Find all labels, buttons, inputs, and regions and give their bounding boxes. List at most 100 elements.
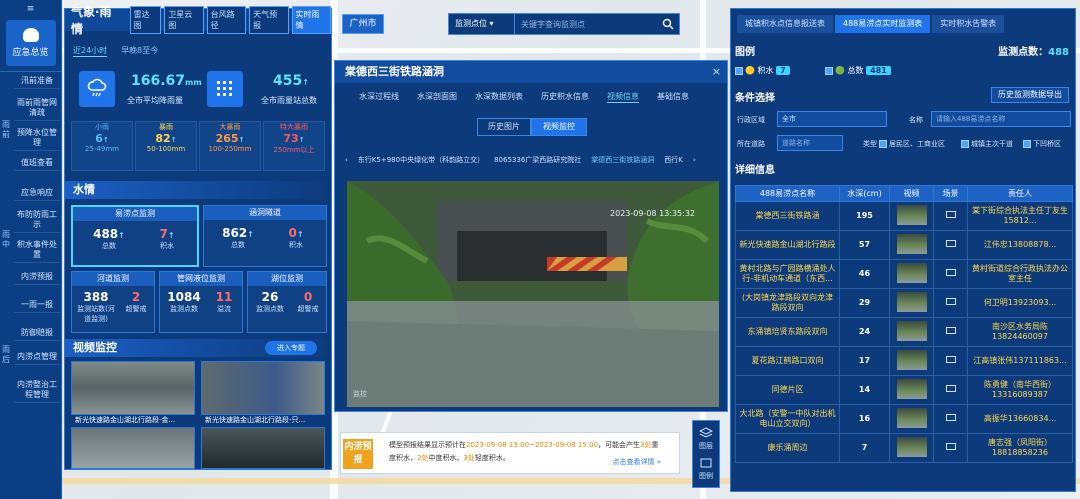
row-video-thumb[interactable] — [889, 230, 934, 260]
monitor-card-lake[interactable]: 湖位监测 26 监测点数 0 超警戒 — [247, 271, 327, 333]
nav-item-response[interactable]: 应急响应 — [14, 186, 60, 201]
strip-camera[interactable]: 东行K5+980中央绿化带（科韵路立交） — [358, 155, 484, 165]
monitor-card-waterlog[interactable]: 易涝点监测 488↑ 总数 7↑ 积水 — [71, 205, 199, 267]
search-input[interactable] — [515, 14, 657, 34]
tab-history[interactable]: 历史积水信息 — [541, 91, 589, 103]
export-history-button[interactable]: 历史监测数据导出 — [991, 87, 1069, 103]
nav-item-forecast[interactable]: 内涝预报 — [14, 270, 60, 285]
rain-level-3[interactable]: 特大暴雨 73↑ 250mm以上 — [263, 121, 325, 171]
nav-item-deploy[interactable]: 布防防雨工示 — [14, 208, 60, 233]
strip-camera[interactable]: 8065336广梁西路研究院社 — [494, 155, 581, 165]
forecast-badge[interactable]: 内涝预报 — [343, 439, 373, 469]
monitor-card-pipe[interactable]: 管网液位监测 1084 监测点数 11 溢流 — [159, 271, 243, 333]
region-select[interactable]: 全市 — [777, 111, 887, 127]
row-video-thumb[interactable] — [889, 201, 934, 231]
nav-item-report[interactable]: 一雨一报 — [14, 298, 60, 313]
legend-icon[interactable]: 图例 — [693, 451, 719, 481]
type-road[interactable]: 城镇主次干道 — [961, 139, 1013, 149]
video-thumb-2[interactable] — [201, 361, 325, 415]
tab-radar[interactable]: 雷达图 — [129, 6, 162, 34]
type-underpass[interactable]: 下凹桥区 — [1023, 139, 1061, 149]
col-depth[interactable]: 水深(cm) — [839, 185, 890, 202]
nav-item-defense[interactable]: 防御赔报 — [14, 326, 60, 341]
row-video-thumb[interactable] — [889, 433, 934, 463]
legend-total[interactable]: 🟢 总数 481 — [825, 65, 891, 76]
name-input[interactable]: 请输入488易涝点名称 — [931, 111, 1071, 127]
table-row[interactable]: 黄村北路与广园路横涌处人行-非机动车通道（东西... 46 黄村街道综合行政执法办公… — [735, 259, 1073, 289]
close-icon[interactable]: × — [712, 65, 721, 78]
row-video-thumb[interactable] — [889, 317, 934, 347]
strip-prev-icon[interactable]: ‹ — [345, 156, 348, 164]
col-name[interactable]: 488易涝点名称 — [735, 185, 840, 202]
strip-next-icon[interactable]: › — [693, 156, 696, 164]
table-row[interactable]: 康乐涌周边 7 唐志强（凤阳街）18818858236 — [735, 433, 1073, 463]
rain-level-0[interactable]: 小雨 6↑ 25-49mm — [71, 121, 133, 171]
video-thumb-3[interactable] — [71, 427, 195, 469]
nav-item-level[interactable]: 预降水位管理 — [14, 126, 60, 151]
video-thumb-4[interactable] — [201, 427, 325, 469]
nav-home-button[interactable]: 应急总览 — [5, 20, 56, 66]
nav-item-duty[interactable]: 值班查看 — [14, 156, 60, 171]
monitor-icon[interactable] — [933, 433, 968, 463]
nav-item-points[interactable]: 内涝点管理 — [14, 350, 60, 365]
nav-item-project[interactable]: 内涝整治工程管理 — [14, 378, 60, 403]
tab-report-table[interactable]: 城镇积水点信息报送表 — [737, 15, 833, 33]
tab-depth-profile[interactable]: 水深剖面图 — [417, 91, 457, 103]
table-row[interactable]: 新光快速路金山湖北行路段 57 江伟忠13808878... — [735, 230, 1073, 260]
monitor-icon[interactable] — [933, 346, 968, 376]
strip-camera[interactable]: 西行K — [664, 155, 683, 165]
tab-satellite[interactable]: 卫星云图 — [164, 6, 204, 34]
row-video-thumb[interactable] — [889, 346, 934, 376]
table-row[interactable]: (大岗镇龙津路段双向龙津路段双向 29 何卫明13923093... — [735, 288, 1073, 318]
city-selector[interactable]: 广州市 — [342, 14, 384, 34]
tab-depth-list[interactable]: 水深数据列表 — [475, 91, 523, 103]
tab-realtime-rain[interactable]: 实时雨情 — [291, 6, 331, 34]
monitor-icon[interactable] — [933, 288, 968, 318]
street-input[interactable]: 道路名称 — [777, 135, 843, 151]
table-row[interactable]: 东涌镇培贤东路段双向 24 南沙区水务局陈13824460097 — [735, 317, 1073, 347]
legend-water[interactable]: 🟡 积水 7 — [735, 65, 790, 76]
monitor-card-river[interactable]: 河道监测 388 监测站数(河道监测) 2 超警戒 — [71, 271, 155, 333]
history-images-button[interactable]: 历史图片 — [477, 118, 531, 136]
nav-item-dredge[interactable]: 雨前雨管网清疏 — [14, 96, 60, 121]
row-video-thumb[interactable] — [889, 288, 934, 318]
tab-depth-curve[interactable]: 水深过程线 — [359, 91, 399, 103]
table-row[interactable]: 同德片区 14 陈勇健（南华西街）13316089387 — [735, 375, 1073, 405]
layers-icon[interactable]: 图层 — [693, 421, 719, 451]
nav-item-prep[interactable]: 汛前准备 — [14, 74, 60, 89]
monitor-icon[interactable] — [933, 230, 968, 260]
video-thumb-1[interactable] — [71, 361, 195, 415]
tab-realtime-table[interactable]: 488易涝点实时监测表 — [835, 15, 931, 33]
table-row[interactable]: 棠德西三街铁路涵 195 棠下街综合执法主任丁友生15812... — [735, 201, 1073, 231]
row-video-thumb[interactable] — [889, 375, 934, 405]
table-row[interactable]: 夏花路江鹤路口双向 17 江高镇张伟137111863... — [735, 346, 1073, 376]
menu-icon[interactable]: ≡ — [0, 0, 61, 14]
forecast-detail-link[interactable]: 点击查看详情 » — [612, 457, 661, 467]
row-video-thumb[interactable] — [889, 259, 934, 289]
rain-level-1[interactable]: 暴雨 82↑ 50-100mm — [135, 121, 197, 171]
monitor-icon[interactable] — [933, 259, 968, 289]
monitor-icon[interactable] — [933, 201, 968, 231]
tab-forecast[interactable]: 天气预报 — [249, 6, 289, 34]
monitor-card-tunnel[interactable]: 涵洞隧道 862↑ 总数 0↑ 积水 — [203, 205, 327, 267]
tab-typhoon[interactable]: 台风路径 — [206, 6, 247, 34]
row-video-thumb[interactable] — [889, 404, 934, 434]
tab-basic[interactable]: 基础信息 — [657, 91, 689, 103]
monitor-icon[interactable] — [933, 375, 968, 405]
type-residential[interactable]: 居民区、工商业区 — [879, 139, 945, 149]
rain-level-2[interactable]: 大暴雨 265↑ 100-250mm — [199, 121, 261, 171]
monitor-icon[interactable] — [933, 317, 968, 347]
search-icon[interactable] — [657, 14, 679, 34]
video-enter-button[interactable]: 进入专题 — [265, 341, 317, 355]
subtab-8am[interactable]: 早晚8至今 — [121, 45, 158, 57]
strip-camera-active[interactable]: 棠德西三街铁路涵洞 — [591, 155, 654, 165]
monitor-icon[interactable] — [933, 404, 968, 434]
table-row[interactable]: 大北路（安警一中队对出机电山立交双向） 16 高振华13660834... — [735, 404, 1073, 434]
tab-alarm-table[interactable]: 实时积水告警表 — [932, 15, 1005, 33]
subtab-24h[interactable]: 近24小时 — [73, 45, 108, 57]
video-monitor-button[interactable]: 视频监控 — [531, 118, 587, 136]
tab-video[interactable]: 视频信息 — [607, 91, 639, 103]
search-type-select[interactable]: 监测点位 ▾ — [449, 14, 515, 34]
live-video[interactable]: 2023-09-08 13:35:32 监控 — [347, 181, 719, 407]
nav-item-event[interactable]: 积水事件处置 — [14, 238, 60, 263]
